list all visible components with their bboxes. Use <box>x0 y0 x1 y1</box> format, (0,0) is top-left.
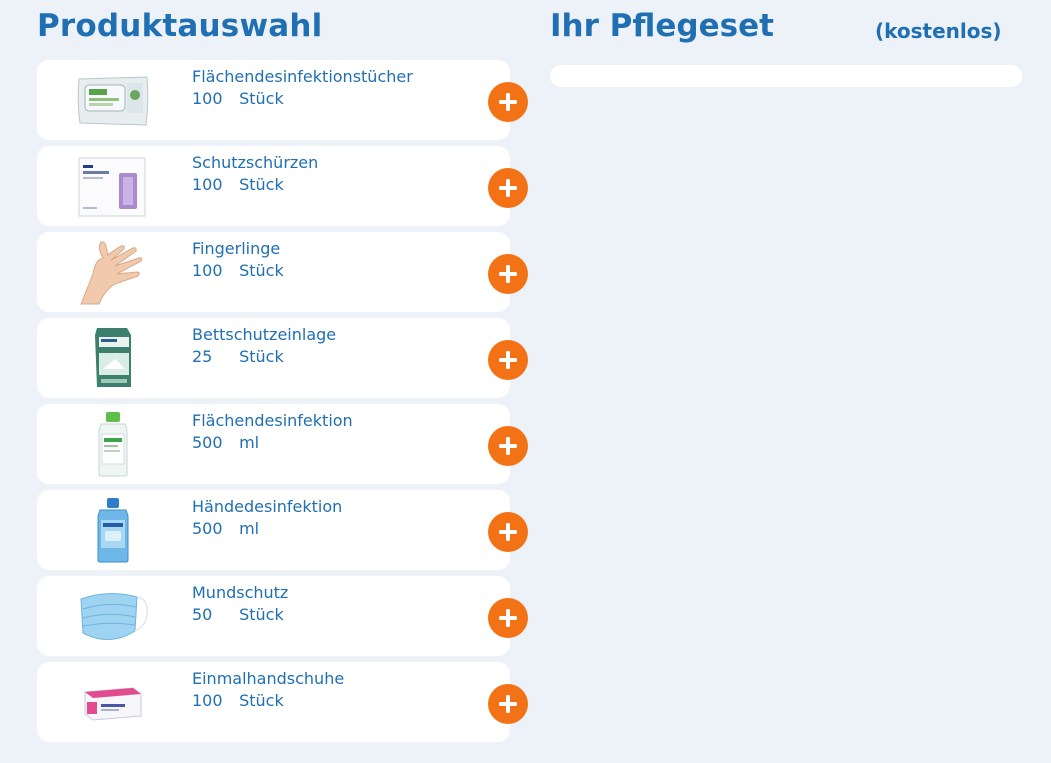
product-name: Bettschutzeinlage <box>192 325 337 344</box>
quantity-unit: Stück <box>239 175 284 194</box>
product-selection-title: Produktauswahl <box>37 8 323 44</box>
wipes-pack-icon <box>75 70 151 130</box>
plus-icon <box>499 609 517 627</box>
quantity-unit: ml <box>239 433 260 452</box>
face-mask-icon <box>75 586 151 646</box>
glove-box-icon <box>75 672 151 732</box>
glove-hand-icon <box>75 241 151 305</box>
quantity-unit: Stück <box>239 261 284 280</box>
product-card: Flächendesinfektion 500 ml <box>37 404 528 484</box>
care-set-contents <box>550 65 1022 87</box>
product-card: Bettschutzeinlage 25 Stück <box>37 318 528 398</box>
product-name: Flächendesinfektionstücher <box>192 67 413 86</box>
plus-icon <box>499 523 517 541</box>
green-bottle-icon <box>75 412 151 477</box>
product-card: Mundschutz 50 Stück <box>37 576 528 656</box>
plus-icon <box>499 179 517 197</box>
quantity-amount: 500 <box>192 519 223 538</box>
add-product-button[interactable] <box>488 426 528 466</box>
plus-icon <box>499 265 517 283</box>
plus-icon <box>499 695 517 713</box>
quantity-amount: 100 <box>192 691 223 710</box>
quantity-unit: ml <box>239 519 260 538</box>
product-card: Händedesinfektion 500 ml <box>37 490 528 570</box>
product-name: Fingerlinge <box>192 239 281 258</box>
product-quantity: 500 ml <box>192 519 259 538</box>
product-card: Fingerlinge 100 Stück <box>37 232 528 312</box>
product-list: Flächendesinfektionstücher 100 Stück Sch… <box>37 60 537 748</box>
quantity-unit: Stück <box>239 347 284 366</box>
product-quantity: 25 Stück <box>192 347 284 366</box>
product-name: Schutzschürzen <box>192 153 319 172</box>
care-set-title: Ihr Pflegeset <box>550 8 774 44</box>
add-product-button[interactable] <box>488 684 528 724</box>
product-card: Flächendesinfektionstücher 100 Stück <box>37 60 528 140</box>
plus-icon <box>499 93 517 111</box>
free-of-charge-label: (kostenlos) <box>875 19 1002 43</box>
product-quantity: 100 Stück <box>192 175 284 194</box>
page: Produktauswahl Ihr Pflegeset (kostenlos)… <box>0 0 1051 763</box>
quantity-amount: 500 <box>192 433 223 452</box>
plus-icon <box>499 437 517 455</box>
blue-bottle-icon <box>75 498 151 563</box>
product-quantity: 100 Stück <box>192 691 284 710</box>
plus-icon <box>499 351 517 369</box>
add-product-button[interactable] <box>488 340 528 380</box>
quantity-amount: 50 <box>192 605 213 624</box>
add-product-button[interactable] <box>488 512 528 552</box>
quantity-unit: Stück <box>239 89 284 108</box>
add-product-button[interactable] <box>488 598 528 638</box>
bed-pad-pack-icon <box>75 328 151 388</box>
product-quantity: 100 Stück <box>192 89 284 108</box>
add-product-button[interactable] <box>488 82 528 122</box>
quantity-unit: Stück <box>239 691 284 710</box>
quantity-unit: Stück <box>239 605 284 624</box>
product-card: Schutzschürzen 100 Stück <box>37 146 528 226</box>
apron-box-icon <box>75 156 151 217</box>
add-product-button[interactable] <box>488 254 528 294</box>
add-product-button[interactable] <box>488 168 528 208</box>
quantity-amount: 100 <box>192 89 223 108</box>
product-name: Mundschutz <box>192 583 289 602</box>
product-card: Einmalhandschuhe 100 Stück <box>37 662 528 742</box>
product-quantity: 500 ml <box>192 433 259 452</box>
product-name: Flächendesinfektion <box>192 411 353 430</box>
quantity-amount: 100 <box>192 261 223 280</box>
product-quantity: 50 Stück <box>192 605 284 624</box>
quantity-amount: 100 <box>192 175 223 194</box>
product-name: Händedesinfektion <box>192 497 343 516</box>
quantity-amount: 25 <box>192 347 213 366</box>
product-name: Einmalhandschuhe <box>192 669 345 688</box>
product-quantity: 100 Stück <box>192 261 284 280</box>
